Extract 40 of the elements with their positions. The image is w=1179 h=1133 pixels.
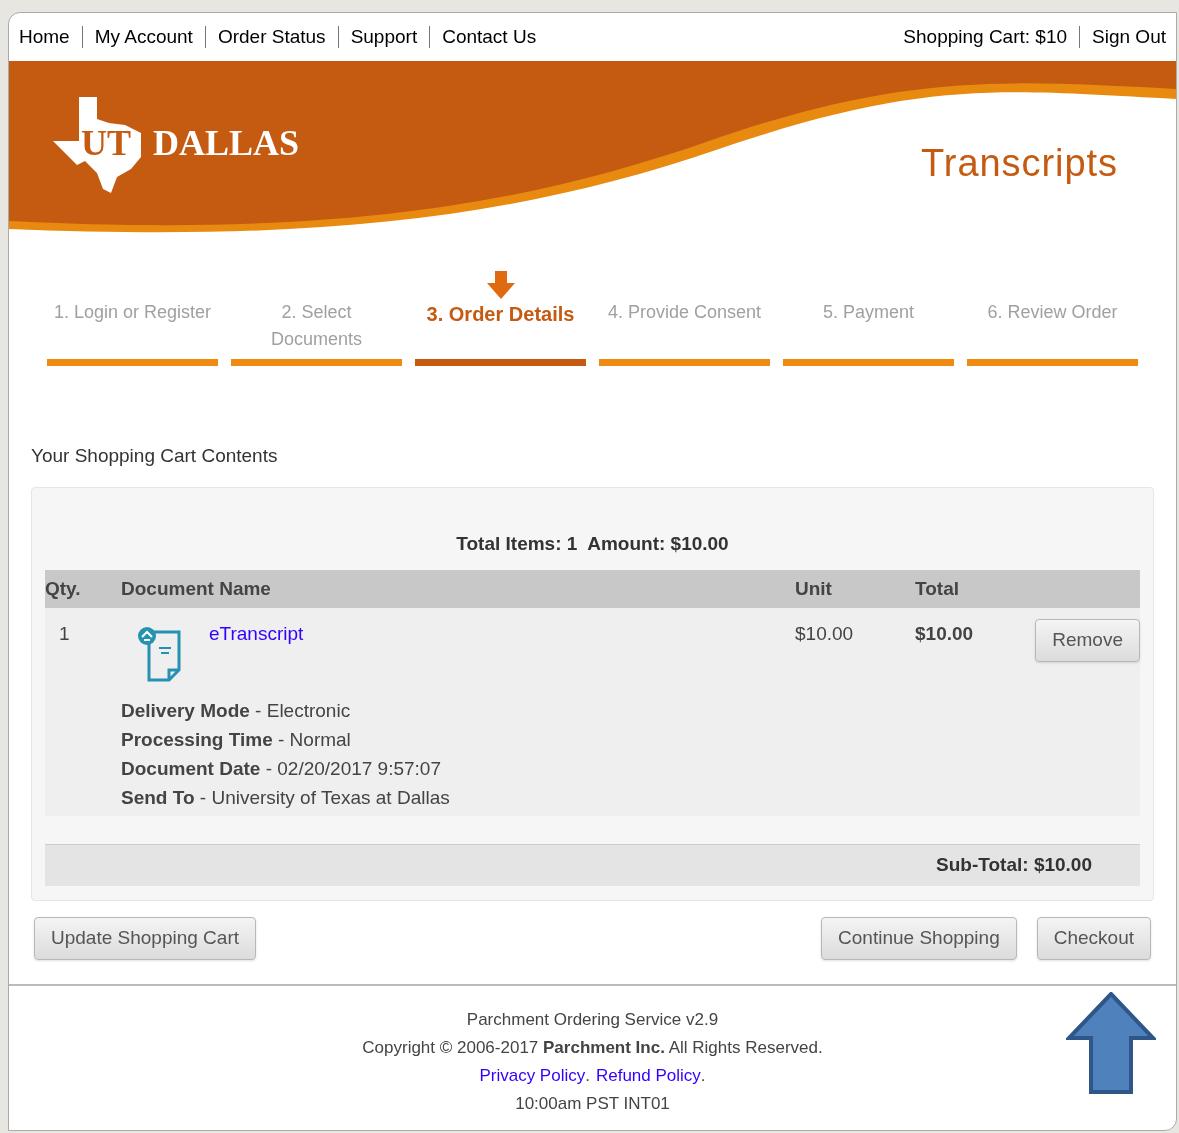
timestamp: 10:00am PST INT01 [515,1092,670,1115]
logo-wordmark: DALLAS [153,125,300,161]
sign-out-link[interactable]: Sign Out [1092,22,1166,52]
texas-map-icon [51,97,143,193]
qty-cell-text: 1 [58,622,71,646]
update-cart-button[interactable]: Update Shopping Cart [34,917,256,960]
up-arrow-icon [1066,991,1156,1094]
document-link[interactable]: eTranscript [209,620,304,682]
total-cell-text: $10.00 [915,622,974,646]
unit-price-cell-text: $10.00 [795,622,855,646]
column-header: Total [915,576,960,601]
column-header: Document Name [121,576,272,601]
footer-link[interactable]: Refund Policy [595,1061,701,1090]
column-header: Unit [795,576,833,601]
separator-dot: . [585,1064,590,1087]
detail-line: Delivery Mode - Electronic [121,699,352,723]
footer-link[interactable]: Privacy Policy [479,1061,586,1090]
down-arrow-icon [486,271,515,299]
shopping-cart-link[interactable]: Shopping Cart: $10 [903,22,1068,52]
detail-line: Send To - University of Texas at Dallas [121,786,451,810]
nav-link[interactable]: Home [19,22,70,52]
logo-mark: UT [81,125,131,161]
cart-summary: Total Items: 1 Amount: $10.00 [455,531,730,556]
nav-link[interactable]: Contact Us [442,22,537,52]
separator-dot: . [700,1064,706,1087]
detail-line: Document Date - 02/20/2017 9:57:07 [121,757,442,781]
remove-button[interactable]: Remove [1035,619,1140,662]
page-title: Transcripts [921,141,1118,186]
nav-link[interactable]: My Account [94,22,193,52]
nav-link[interactable]: Order Status [217,22,326,52]
detail-line: Processing Time - Normal [121,728,352,752]
subtotal: Sub-Total: $10.00 [936,853,1092,878]
nav-link[interactable]: Support [350,22,418,52]
continue-shopping-button[interactable]: Continue Shopping [821,917,1017,960]
step-tab[interactable]: 3. Order Details [415,269,586,366]
column-header: Qty. [45,576,82,601]
service-version: Parchment Ordering Service v2.9 [466,1008,719,1031]
cart-heading: Your Shopping Cart Contents [31,444,279,468]
checkout-button[interactable]: Checkout [1036,917,1151,960]
copyright-text: Copyright © 2006-2017 Parchment Inc. All Rights Reserved. [362,1036,823,1059]
